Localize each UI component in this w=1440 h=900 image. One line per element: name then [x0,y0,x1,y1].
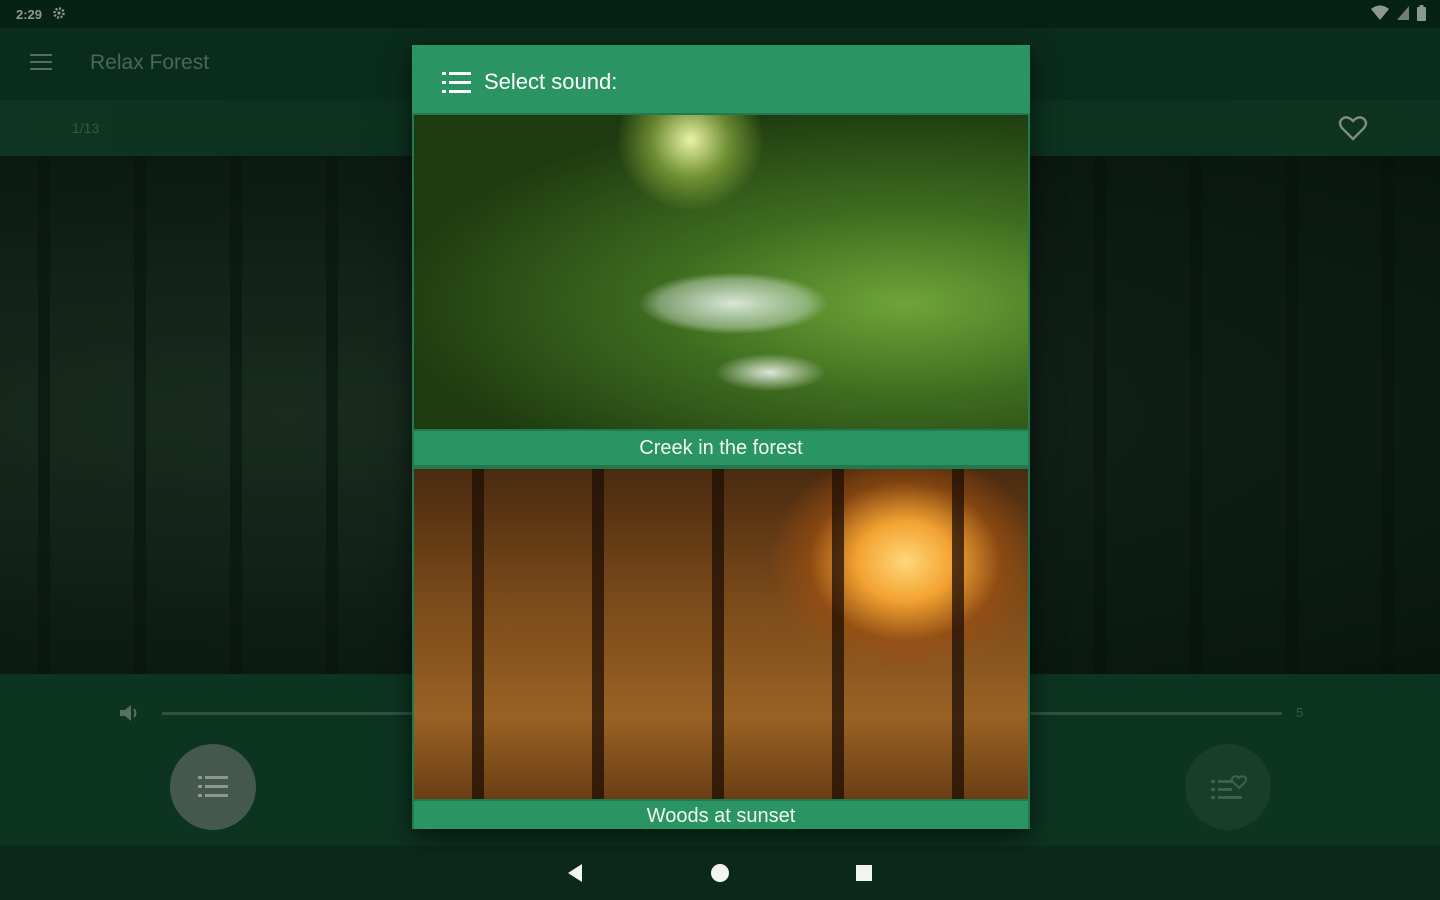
dialog-header: Select sound: [412,45,1030,113]
recents-icon[interactable] [856,865,872,881]
list-icon [442,71,472,95]
back-icon[interactable] [566,863,584,888]
sunset-thumbnail-image [414,469,1028,799]
system-navigation-bar [0,846,1440,900]
app-screen: 2:29 Relax Forest 1/13 5 Select sound: C… [0,0,1440,900]
sound-item-caption: Creek in the forest [414,431,1028,465]
creek-thumbnail-image [414,115,1028,429]
dialog-title: Select sound: [484,69,618,94]
home-icon[interactable] [711,864,729,882]
sound-item-sunset[interactable]: Woods at sunset [412,467,1030,829]
sound-item-caption: Woods at sunset [414,801,1028,829]
sound-item-creek[interactable]: Creek in the forest [412,113,1030,467]
select-sound-dialog: Select sound: Creek in the forest Woods … [412,45,1030,829]
